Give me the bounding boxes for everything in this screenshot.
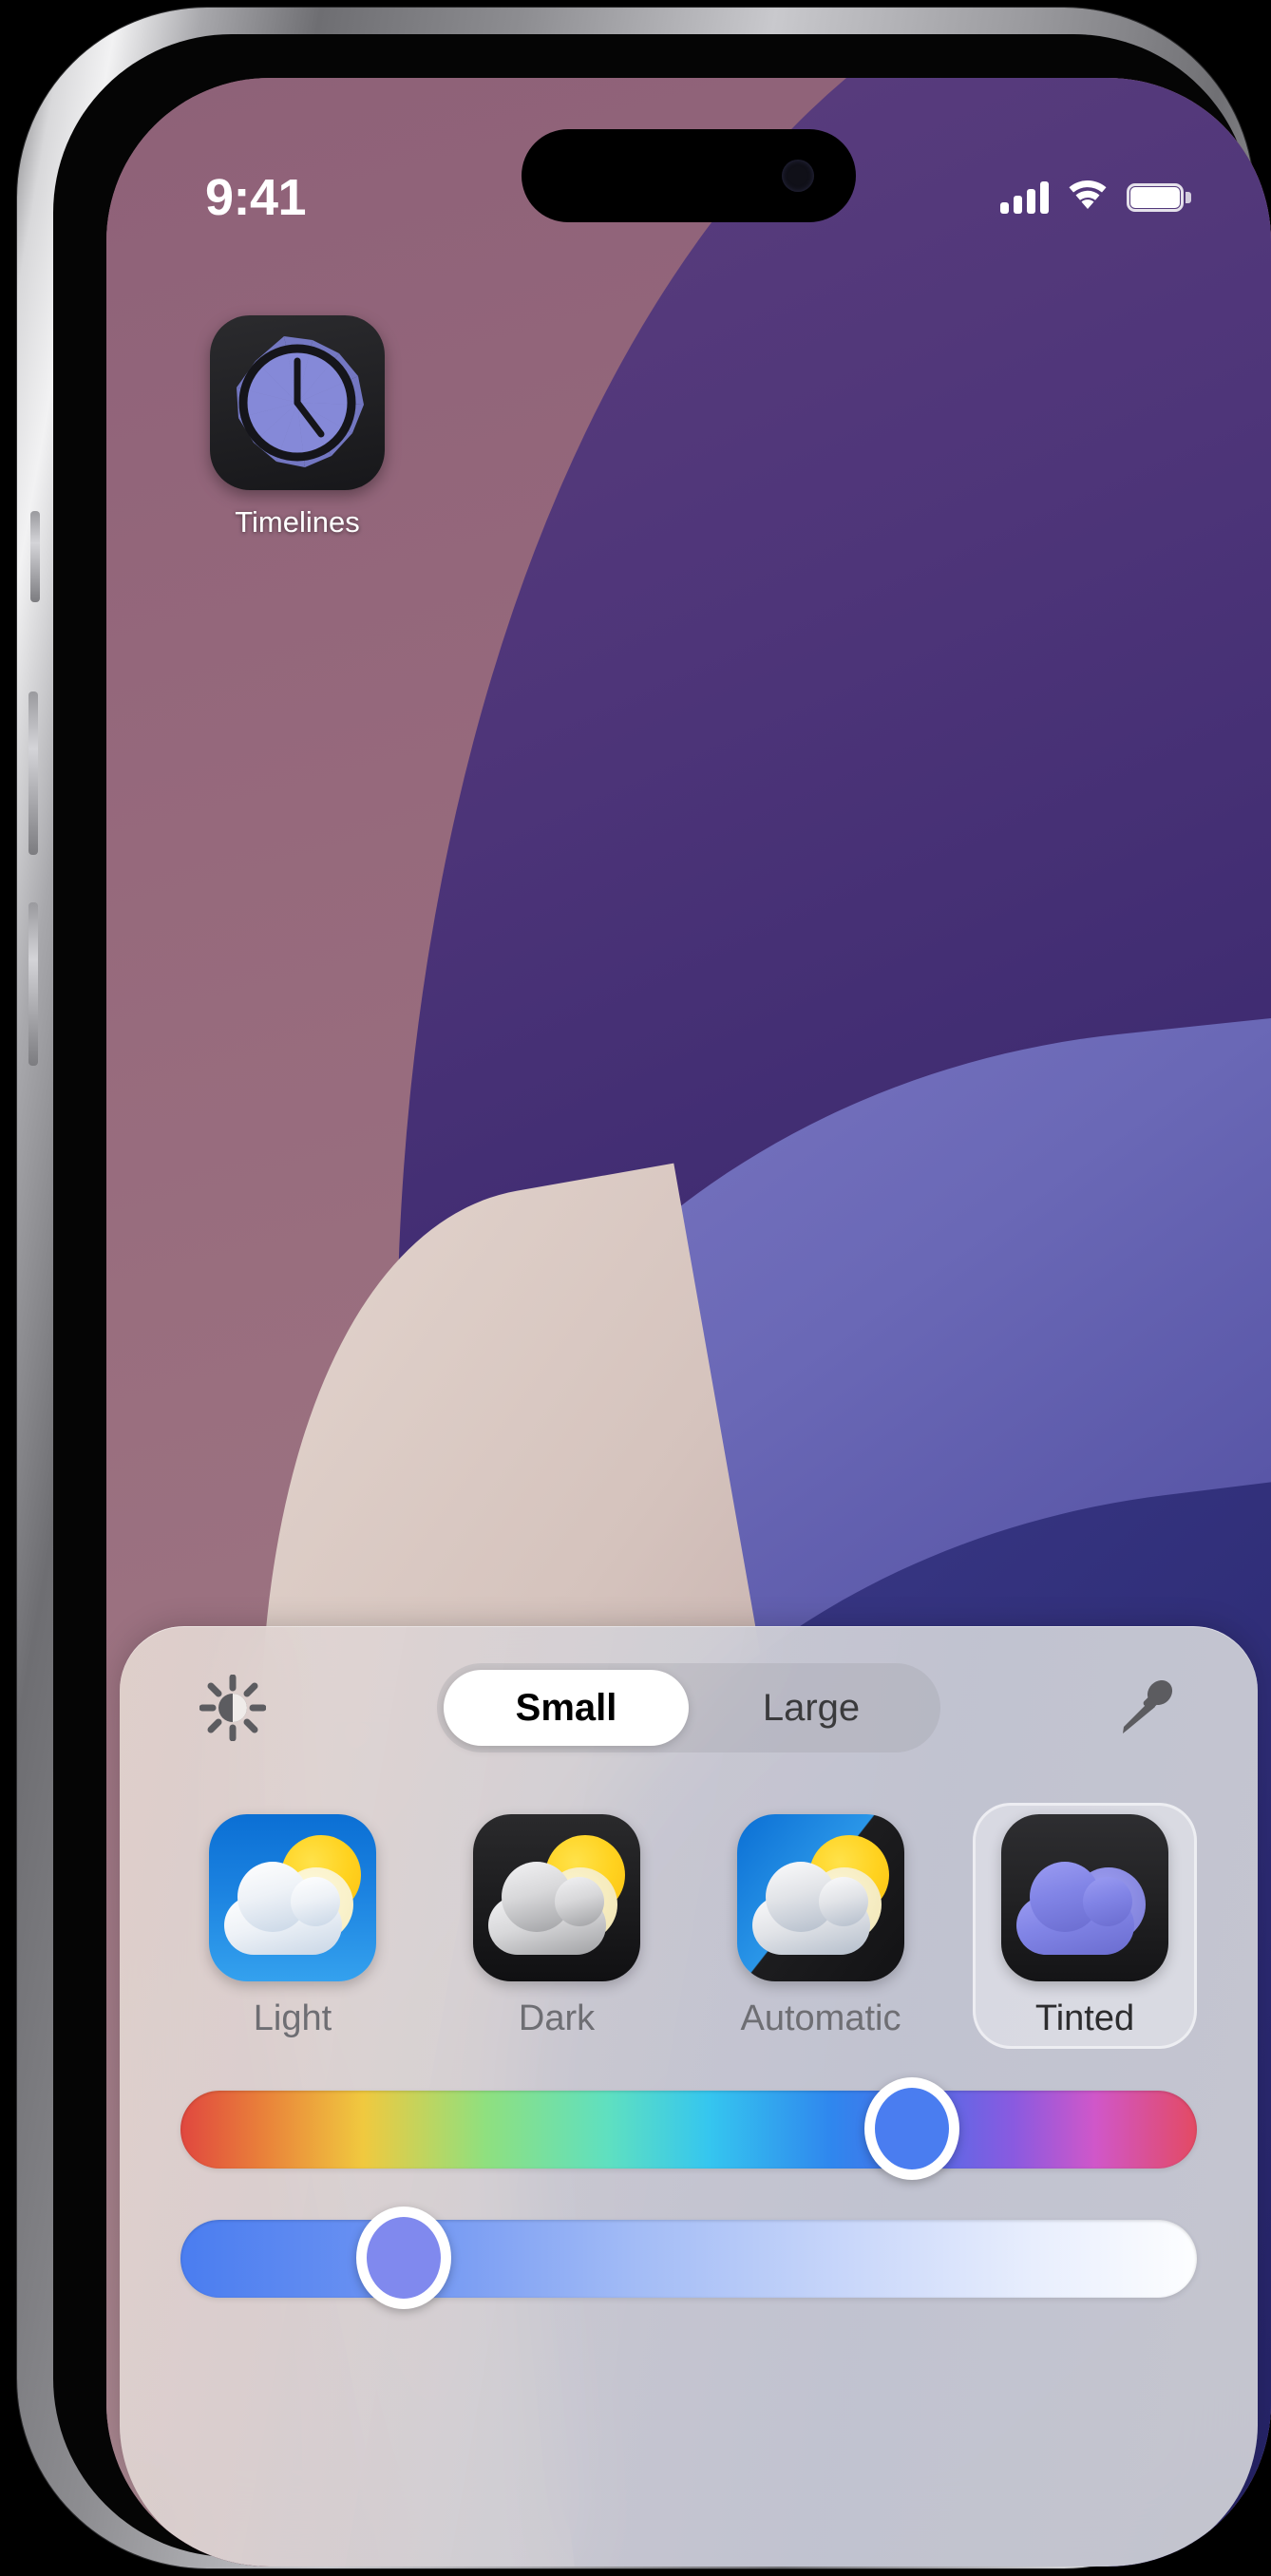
appearance-option-light[interactable]: Light: [180, 1803, 405, 2049]
appearance-label-automatic: Automatic: [740, 1998, 901, 2038]
appearance-label-dark: Dark: [518, 1998, 596, 2038]
saturation-slider-track[interactable]: [180, 2220, 1197, 2298]
weather-app-icon-automatic: [737, 1814, 904, 1981]
silent-switch[interactable]: [30, 511, 40, 602]
saturation-slider[interactable]: [180, 2207, 1197, 2319]
appearance-options-row: Light Dark Automatic Tinted: [177, 1790, 1201, 2049]
hue-slider[interactable]: [180, 2077, 1197, 2189]
weather-app-icon-tinted: [1001, 1814, 1168, 1981]
status-bar-indicators: [1000, 180, 1191, 216]
appearance-option-dark[interactable]: Dark: [445, 1803, 669, 2049]
weather-app-icon-dark: [473, 1814, 640, 1981]
hue-slider-thumb[interactable]: [864, 2077, 960, 2180]
appearance-option-automatic[interactable]: Automatic: [709, 1803, 933, 2049]
dynamic-island: [522, 129, 856, 222]
device-frame: 9:41 Timelines Small Large Light Dark Au…: [17, 8, 1271, 2568]
appearance-option-tinted[interactable]: Tinted: [973, 1803, 1197, 2049]
appearance-label-tinted: Tinted: [1034, 1998, 1135, 2038]
device-screen: 9:41 Timelines Small Large Light Dark Au…: [106, 78, 1271, 2567]
hue-slider-track[interactable]: [180, 2091, 1197, 2169]
color-sliders-section: [177, 2049, 1201, 2319]
wifi-icon: [1068, 180, 1108, 216]
battery-icon: [1127, 183, 1191, 212]
segment-small[interactable]: Small: [444, 1670, 689, 1746]
eyedropper-icon[interactable]: [1110, 1673, 1180, 1743]
brightness-half-sun-icon[interactable]: [198, 1673, 268, 1743]
app-icon-timelines[interactable]: Timelines: [198, 315, 397, 540]
home-screen-customize-panel: Small Large Light Dark Automatic Tinted: [120, 1626, 1258, 2567]
device-bezel: 9:41 Timelines Small Large Light Dark Au…: [53, 34, 1271, 2567]
icon-size-segmented-control[interactable]: Small Large: [437, 1663, 940, 1752]
status-bar-time: 9:41: [205, 169, 307, 226]
weather-app-icon-light: [209, 1814, 376, 1981]
front-camera-icon: [782, 160, 814, 192]
volume-up-button[interactable]: [28, 691, 38, 855]
volume-down-button[interactable]: [28, 902, 38, 1066]
panel-top-row: Small Large: [177, 1626, 1201, 1790]
timelines-app-icon: [210, 315, 385, 490]
segment-large[interactable]: Large: [689, 1670, 934, 1746]
app-label-timelines: Timelines: [235, 505, 360, 539]
appearance-label-light: Light: [253, 1998, 332, 2038]
saturation-slider-thumb[interactable]: [356, 2207, 452, 2309]
cellular-signal-icon: [1000, 181, 1049, 214]
